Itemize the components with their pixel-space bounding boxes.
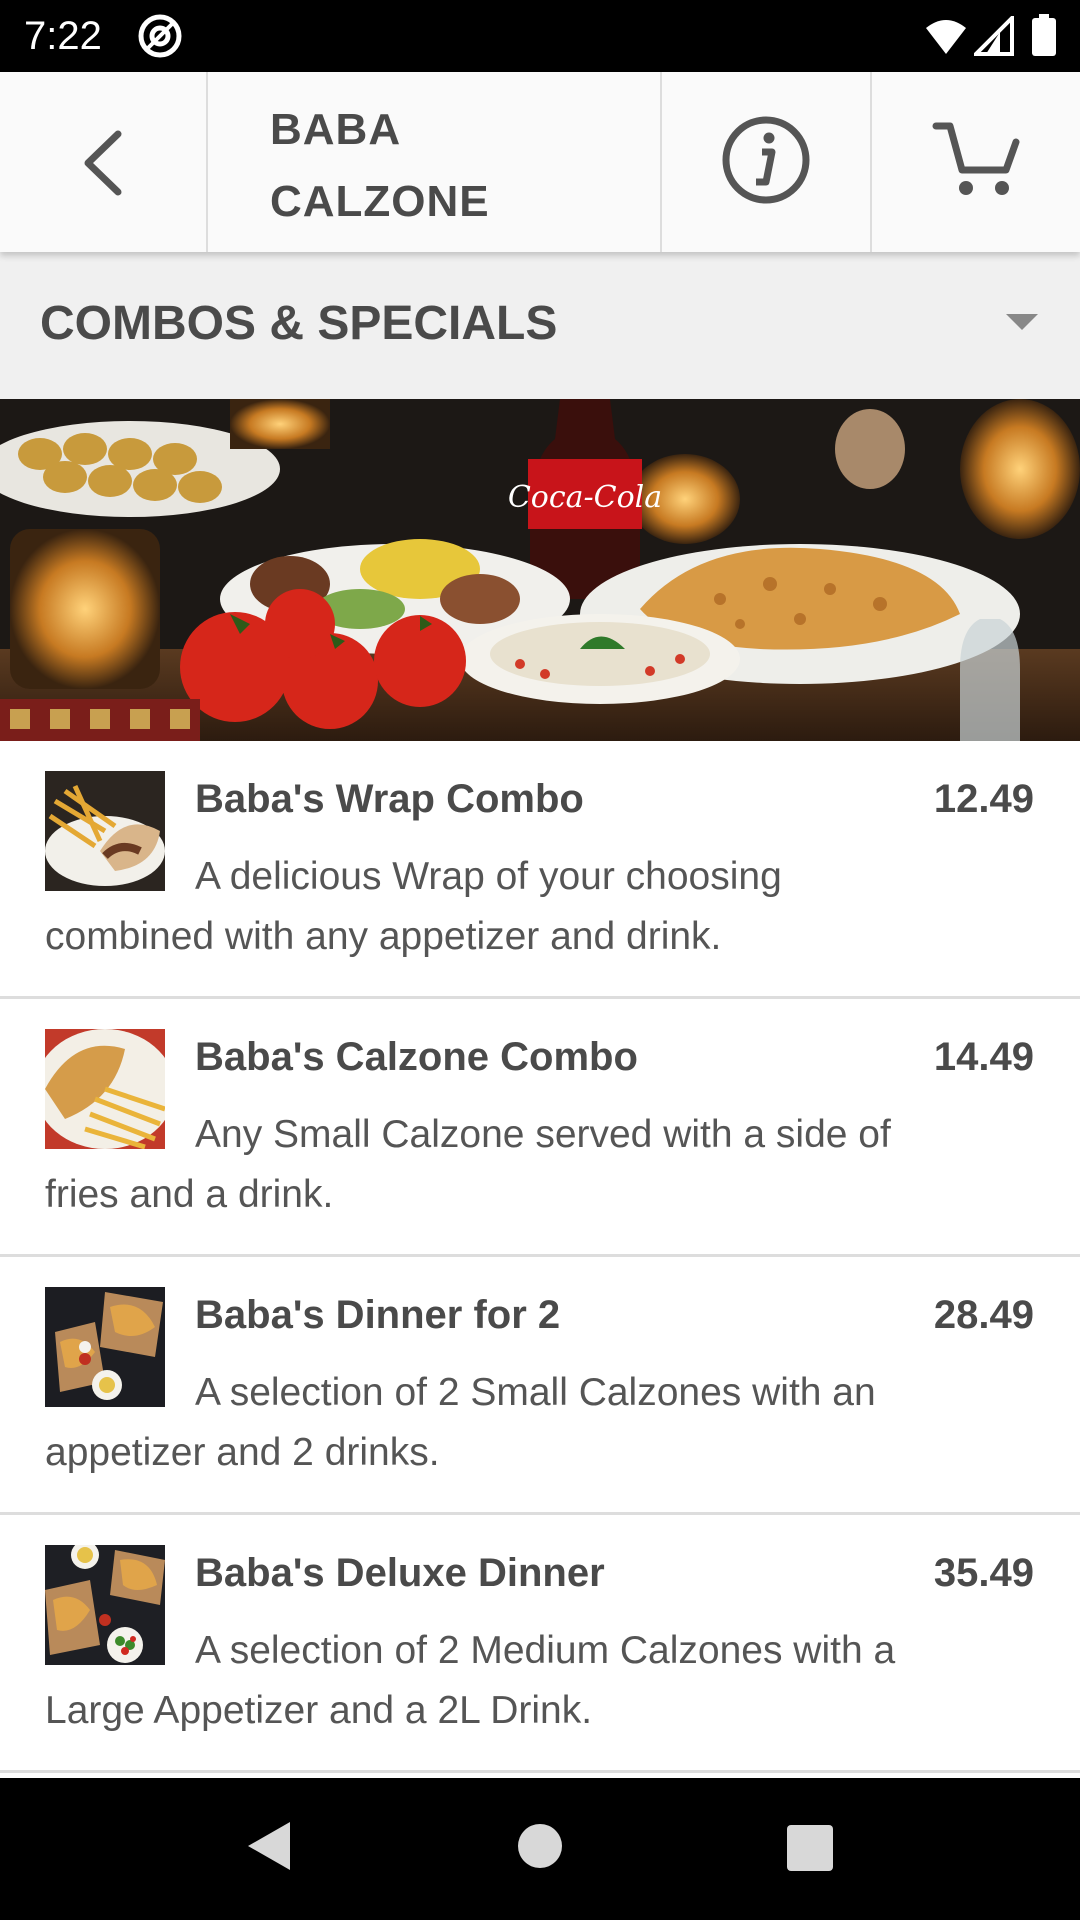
- signal-icon: [974, 16, 1014, 56]
- menu-item-name: Baba's Deluxe Dinner: [195, 1551, 605, 1595]
- hero-image: Coca-Cola: [0, 399, 1080, 741]
- menu-item-wrap-combo[interactable]: Baba's Wrap Combo 12.49 A delicious Wrap…: [0, 741, 1080, 999]
- menu-item-description: A selection of 2 Medium Calzones with a …: [45, 1629, 896, 1732]
- hero-food-illustration: Coca-Cola: [0, 399, 1080, 741]
- status-bar: 7:22: [0, 0, 1080, 72]
- nav-back-icon[interactable]: [246, 1820, 292, 1872]
- coca-cola-logo: Coca-Cola: [508, 480, 662, 515]
- menu-item-price: 35.49: [933, 1551, 1034, 1595]
- category-selector[interactable]: COMBOS & SPECIALS: [0, 252, 1080, 399]
- menu-item-description: A delicious Wrap of your choosing combin…: [45, 855, 782, 958]
- nav-recents-icon[interactable]: [787, 1825, 833, 1871]
- menu-item-price: 28.49: [933, 1293, 1034, 1337]
- menu-item-description: A selection of 2 Small Calzones with an …: [45, 1371, 876, 1474]
- restaurant-name: BABA CALZONE: [270, 105, 490, 226]
- menu-item-calzone-combo[interactable]: Baba's Calzone Combo 14.49 Any Small Cal…: [0, 999, 1080, 1257]
- menu-item-dinner-for-2[interactable]: Baba's Dinner for 2 28.49 A selection of…: [0, 1257, 1080, 1515]
- restaurant-title-cell: BABA CALZONE: [208, 72, 662, 252]
- header-bar: BABA CALZONE: [0, 72, 1080, 252]
- menu-item-deluxe-dinner[interactable]: Baba's Deluxe Dinner 35.49 A selection o…: [0, 1515, 1080, 1773]
- status-time: 7:22: [24, 14, 102, 58]
- menu-list: Baba's Wrap Combo 12.49 A delicious Wrap…: [0, 741, 1080, 1773]
- info-icon: [722, 116, 810, 204]
- menu-item-price: 14.49: [933, 1035, 1034, 1079]
- menu-item-description: Any Small Calzone served with a side of …: [45, 1113, 891, 1216]
- system-nav-bar: [0, 1778, 1080, 1920]
- back-button[interactable]: [0, 72, 208, 252]
- chevron-left-icon: [84, 130, 122, 196]
- info-button[interactable]: [662, 72, 872, 252]
- nav-home-icon[interactable]: [518, 1824, 562, 1868]
- caret-down-icon: [1006, 314, 1038, 330]
- battery-icon: [1032, 14, 1056, 56]
- cart-button[interactable]: [872, 72, 1080, 252]
- menu-item-name: Baba's Wrap Combo: [195, 777, 584, 821]
- category-label: COMBOS & SPECIALS: [40, 297, 558, 350]
- menu-item-name: Baba's Calzone Combo: [195, 1035, 638, 1079]
- cart-icon: [932, 122, 1020, 195]
- menu-item-name: Baba's Dinner for 2: [195, 1293, 561, 1337]
- wifi-icon: [926, 20, 966, 54]
- at-sign-icon: [138, 14, 182, 58]
- menu-item-price: 12.49: [933, 777, 1034, 821]
